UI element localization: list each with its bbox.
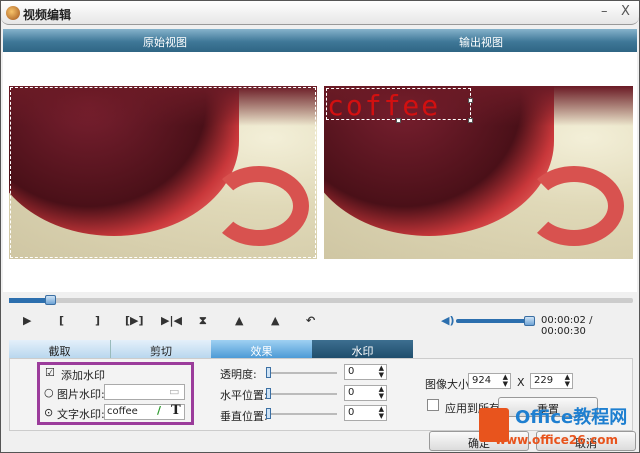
mark-in-button[interactable]: [ <box>59 314 64 327</box>
output-video-frame: coffee <box>324 86 633 259</box>
app-icon <box>6 6 20 20</box>
resize-handle[interactable] <box>396 118 401 123</box>
play-selection-button[interactable]: [▶] <box>125 314 144 327</box>
apply-all-checkbox[interactable] <box>427 399 439 411</box>
text-watermark-radio[interactable]: ⊙ <box>44 406 53 419</box>
resize-handle[interactable] <box>468 98 473 103</box>
vertical-position-slider[interactable] <box>266 408 337 419</box>
crop-selection[interactable] <box>10 87 316 258</box>
edit-tabs: 截取 剪切 效果 水印 <box>9 340 633 358</box>
time-display: 00:00:02 / 00:00:30 <box>541 315 593 337</box>
split-button[interactable]: ▶|◀ <box>161 314 182 327</box>
add-watermark-checkbox[interactable]: ☑ <box>45 366 55 379</box>
horizontal-position-spinner[interactable]: 0 ▲ ▼ <box>344 385 387 401</box>
mark-out-button[interactable]: ] <box>95 314 100 327</box>
volume-slider[interactable] <box>456 316 535 326</box>
tab-watermark[interactable]: 水印 <box>312 340 413 358</box>
rotate-left-button[interactable]: ▲ <box>271 314 279 327</box>
image-watermark-radio[interactable]: ○ <box>44 386 54 399</box>
vertical-position-spinner[interactable]: 0 ▲ ▼ <box>344 405 387 421</box>
rotate-right-button[interactable]: ▲ <box>235 314 243 327</box>
watermark-text-overlay[interactable]: coffee <box>326 88 471 122</box>
original-video-frame[interactable] <box>9 86 317 259</box>
resize-handle[interactable] <box>468 118 473 123</box>
image-size-label: 图像大小: <box>425 378 473 391</box>
opacity-spinner[interactable]: 0 ▲ ▼ <box>344 364 387 380</box>
timeline-thumb[interactable] <box>44 295 56 305</box>
vertical-position-label: 垂直位置: <box>220 410 268 423</box>
timeline-slider[interactable] <box>9 295 633 305</box>
size-separator: X <box>517 376 525 389</box>
add-watermark-label: 添加水印 <box>61 369 105 382</box>
window-title: 视频编辑 <box>23 8 72 22</box>
color-pen-icon[interactable]: / <box>157 404 161 417</box>
preview-header: 原始视图 输出视图 <box>3 29 637 52</box>
tab-effects[interactable]: 效果 <box>211 340 312 358</box>
opacity-label: 透明度: <box>220 368 257 381</box>
font-icon[interactable]: T <box>171 403 181 418</box>
title-bar: 视频编辑 – X <box>1 1 639 25</box>
tab-cut[interactable]: 剪切 <box>110 340 211 358</box>
horizontal-position-label: 水平位置: <box>220 389 268 402</box>
brand-url: www.office26.com <box>495 433 619 447</box>
text-watermark-label: 文字水印: <box>57 408 105 421</box>
height-spinner[interactable]: 229 ▲ ▼ <box>530 373 573 389</box>
volume-thumb[interactable] <box>524 316 535 326</box>
tab-capture[interactable]: 截取 <box>9 340 110 358</box>
minimize-button[interactable]: – <box>601 4 608 19</box>
preview-area: coffee <box>3 52 637 292</box>
original-view-label: 原始视图 <box>143 36 187 49</box>
image-watermark-label: 图片水印: <box>57 388 105 401</box>
volume-icon[interactable]: ◀) <box>441 314 455 327</box>
brand-name: Office教程网 <box>515 407 628 428</box>
video-edit-window: 视频编辑 – X 原始视图 输出视图 coffee ▶ [ ] [▶] ▶|◀ … <box>0 0 640 453</box>
opacity-slider[interactable] <box>266 367 337 378</box>
play-button[interactable]: ▶ <box>23 314 31 327</box>
output-view-label: 输出视图 <box>459 36 503 49</box>
flip-vertical-button[interactable]: ⧗ <box>199 314 207 328</box>
undo-button[interactable]: ↶ <box>306 314 315 327</box>
folder-icon[interactable]: ▭ <box>169 385 179 398</box>
office26-watermark-logo: Office教程网 www.office26.com <box>479 403 639 453</box>
close-button[interactable]: X <box>621 4 630 19</box>
horizontal-position-slider[interactable] <box>266 388 337 399</box>
width-spinner[interactable]: 924 ▲ ▼ <box>468 373 511 389</box>
